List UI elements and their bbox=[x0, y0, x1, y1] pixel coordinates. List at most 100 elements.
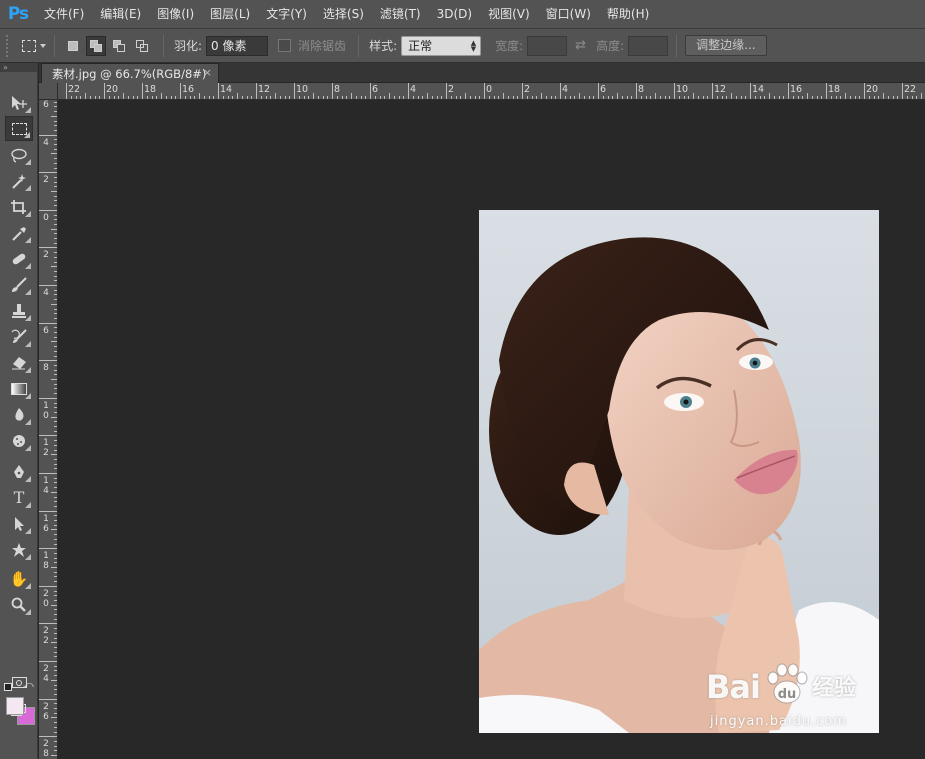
menu-layer[interactable]: 图层(L) bbox=[202, 0, 258, 28]
style-select[interactable]: 正常 ▲ ▼ bbox=[401, 35, 482, 56]
swap-dimensions-icon[interactable]: ⇄ bbox=[575, 38, 586, 53]
blur-tool[interactable] bbox=[5, 402, 33, 427]
close-icon[interactable]: × bbox=[203, 66, 212, 79]
feather-input[interactable]: 0 像素 bbox=[206, 35, 269, 56]
ruler-label: 10 bbox=[296, 84, 309, 95]
eyedropper-tool[interactable] bbox=[5, 220, 33, 245]
ruler-tick bbox=[260, 96, 262, 99]
height-input[interactable] bbox=[628, 35, 669, 56]
antialias-checkbox[interactable] bbox=[278, 39, 292, 52]
ruler-tick bbox=[54, 223, 57, 225]
refine-edge-button[interactable]: 调整边缘... bbox=[685, 35, 767, 56]
ruler-tick bbox=[51, 303, 57, 305]
ruler-tick bbox=[54, 327, 57, 329]
eraser-tool[interactable] bbox=[5, 350, 33, 375]
spot-healing-tool[interactable] bbox=[5, 246, 33, 271]
rectangular-marquee-tool[interactable] bbox=[5, 116, 33, 141]
menu-window[interactable]: 窗口(W) bbox=[538, 0, 599, 28]
ruler-tick bbox=[51, 341, 57, 343]
horizontal-ruler[interactable]: 22 20 18 16 14 12 10 8 6 4 2 0 2 4 6 8 10 12 14 16 18 20 22 bbox=[58, 83, 925, 100]
ruler-tick bbox=[54, 599, 57, 601]
custom-shape-tool[interactable] bbox=[5, 537, 33, 562]
ruler-tick bbox=[54, 501, 57, 503]
ruler-tick bbox=[54, 421, 57, 423]
ruler-tick bbox=[279, 96, 281, 99]
menu-view[interactable]: 视图(V) bbox=[480, 0, 538, 28]
ruler-tick bbox=[51, 416, 57, 418]
lasso-tool[interactable] bbox=[5, 142, 33, 167]
ruler-tick bbox=[493, 96, 495, 99]
menu-select[interactable]: 选择(S) bbox=[315, 0, 372, 28]
menu-3d[interactable]: 3D(D) bbox=[429, 0, 480, 28]
options-bar: 羽化: 0 像素 消除锯齿 样式: 正常 ▲ ▼ 宽度: ⇄ 高度: 调整边缘..… bbox=[0, 28, 925, 63]
ruler-tick bbox=[54, 708, 57, 709]
ruler-tick bbox=[54, 346, 57, 348]
ruler-tick bbox=[54, 632, 57, 634]
ruler-tick bbox=[54, 308, 57, 310]
vertical-ruler[interactable]: 6 4 2 0 2 4 6 8 1 0 1 2 1 4 1 6 1 8 2 0 2 2 2 4 2 6 2 8 bbox=[39, 100, 58, 759]
menu-type[interactable]: 文字(Y) bbox=[258, 0, 315, 28]
add-to-selection-button[interactable] bbox=[86, 35, 106, 56]
antialias-label: 消除锯齿 bbox=[298, 39, 347, 53]
ruler-tick bbox=[232, 96, 234, 99]
menu-image[interactable]: 图像(I) bbox=[149, 0, 202, 28]
ruler-tick bbox=[54, 214, 57, 216]
ruler-tick bbox=[75, 96, 77, 99]
ruler-tick bbox=[39, 247, 57, 249]
ruler-tick bbox=[54, 562, 57, 564]
magic-wand-tool[interactable] bbox=[5, 168, 33, 193]
menu-file[interactable]: 文件(F) bbox=[36, 0, 92, 28]
ruler-tick bbox=[54, 233, 57, 235]
ruler-tick bbox=[811, 96, 813, 99]
width-input[interactable] bbox=[527, 35, 568, 56]
subtract-from-selection-button[interactable] bbox=[109, 36, 129, 56]
ruler-tick bbox=[564, 96, 566, 99]
ruler-tick bbox=[54, 242, 57, 244]
ruler-tick bbox=[436, 96, 438, 99]
ruler-tick bbox=[417, 96, 419, 99]
ruler-tick bbox=[887, 96, 889, 99]
pen-tool[interactable] bbox=[5, 459, 33, 484]
ruler-tick bbox=[294, 83, 295, 99]
options-bar-grip[interactable] bbox=[6, 34, 12, 57]
ruler-label: 1 8 bbox=[43, 551, 49, 572]
ruler-tick bbox=[54, 463, 57, 465]
move-tool[interactable] bbox=[5, 90, 33, 115]
ruler-tick bbox=[645, 96, 647, 99]
path-selection-tool[interactable] bbox=[5, 511, 33, 536]
ruler-tick bbox=[54, 299, 57, 301]
dodge-tool[interactable] bbox=[5, 428, 33, 453]
menu-help[interactable]: 帮助(H) bbox=[599, 0, 657, 28]
gradient-tool[interactable] bbox=[5, 376, 33, 401]
ruler-tick bbox=[574, 96, 576, 99]
ruler-tick bbox=[54, 656, 57, 658]
menu-edit[interactable]: 编辑(E) bbox=[92, 0, 149, 28]
hand-tool[interactable]: ✋ bbox=[5, 566, 33, 591]
intersect-selection-button[interactable] bbox=[132, 36, 152, 56]
document-image[interactable] bbox=[479, 210, 879, 733]
menu-filter[interactable]: 滤镜(T) bbox=[372, 0, 429, 28]
ruler-tick bbox=[54, 106, 57, 108]
tools-panel-collapse[interactable]: » bbox=[0, 63, 37, 72]
new-selection-button[interactable] bbox=[63, 36, 83, 56]
clone-stamp-tool[interactable] bbox=[5, 298, 33, 323]
brush-tool[interactable] bbox=[5, 272, 33, 297]
crop-tool[interactable] bbox=[5, 194, 33, 219]
ruler-tick bbox=[39, 698, 57, 700]
ruler-tick bbox=[54, 487, 57, 489]
tool-preset-picker[interactable] bbox=[22, 39, 46, 52]
type-tool[interactable]: T bbox=[5, 485, 33, 510]
quick-mask-button[interactable] bbox=[5, 670, 33, 695]
ruler-tick bbox=[365, 96, 367, 99]
history-brush-tool[interactable] bbox=[5, 324, 33, 349]
ruler-tick bbox=[54, 402, 57, 404]
foreground-color-swatch[interactable] bbox=[6, 697, 24, 715]
zoom-tool[interactable] bbox=[5, 592, 33, 617]
ruler-origin[interactable] bbox=[39, 83, 58, 100]
ruler-tick bbox=[208, 96, 210, 99]
document-tab[interactable]: 素材.jpg @ 66.7%(RGB/8#) × bbox=[41, 63, 219, 83]
intersect-selection-icon bbox=[136, 39, 148, 52]
ruler-tick bbox=[54, 407, 57, 409]
ruler-tick bbox=[488, 96, 490, 99]
ruler-label: 1 6 bbox=[43, 513, 49, 534]
